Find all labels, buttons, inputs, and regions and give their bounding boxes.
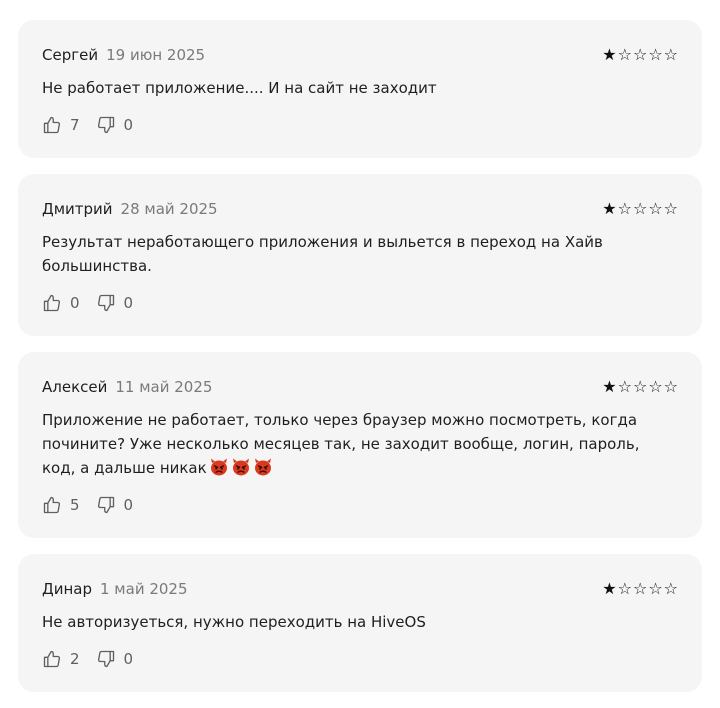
thumb-up-icon: [42, 115, 62, 135]
review-header: Алексей 11 май 2025 ★ ☆ ☆ ☆ ☆: [42, 376, 678, 398]
star-outline-icon: ☆: [632, 45, 648, 64]
angry-devil-icon: [231, 458, 251, 476]
star-outline-icon: ☆: [617, 377, 632, 396]
star-outline-icon: ☆: [617, 45, 632, 64]
like-count: 2: [70, 650, 80, 668]
star-outline-icon: ☆: [663, 199, 678, 218]
star-outline-icon: ☆: [663, 45, 678, 64]
review-reactions: 5 0: [42, 494, 678, 516]
dislike-button[interactable]: 0: [96, 293, 134, 313]
review-meta: Дмитрий 28 май 2025: [42, 200, 218, 218]
star-filled-icon: ★: [602, 45, 617, 64]
review-card: Динар 1 май 2025 ★ ☆ ☆ ☆ ☆ Не авторизуеться,…: [18, 554, 702, 692]
review-header: Дмитрий 28 май 2025 ★ ☆ ☆ ☆ ☆: [42, 198, 678, 220]
thumb-down-icon: [96, 115, 116, 135]
review-header: Динар 1 май 2025 ★ ☆ ☆ ☆ ☆: [42, 578, 678, 600]
thumb-up-icon: [42, 293, 62, 313]
rating-stars: ★ ☆ ☆ ☆ ☆: [602, 47, 678, 63]
review-author: Динар: [42, 580, 92, 598]
like-count: 5: [70, 496, 80, 514]
thumb-up-icon: [42, 649, 62, 669]
review-text: Приложение не работает, только через бра…: [42, 411, 640, 477]
review-header: Сергей 19 июн 2025 ★ ☆ ☆ ☆ ☆: [42, 44, 678, 66]
dislike-count: 0: [123, 116, 134, 134]
angry-devil-icon: [253, 458, 273, 476]
review-meta: Сергей 19 июн 2025: [42, 46, 205, 64]
star-outline-icon: ☆: [663, 377, 678, 396]
star-filled-icon: ★: [602, 377, 617, 396]
review-author: Сергей: [42, 46, 99, 64]
dislike-count: 0: [123, 294, 134, 312]
review-card: Сергей 19 июн 2025 ★ ☆ ☆ ☆ ☆ Не работает при…: [18, 20, 702, 158]
dislike-button[interactable]: 0: [96, 649, 134, 669]
star-filled-icon: ★: [602, 579, 617, 598]
review-text: Не работает приложение.... И на сайт не …: [42, 79, 437, 97]
like-count: 0: [70, 294, 80, 312]
review-date: 1 май 2025: [100, 580, 188, 598]
star-outline-icon: ☆: [648, 199, 663, 218]
star-outline-icon: ☆: [648, 45, 663, 64]
star-outline-icon: ☆: [617, 579, 632, 598]
star-outline-icon: ☆: [632, 377, 648, 396]
angry-devil-icon: [209, 458, 229, 476]
review-meta: Динар 1 май 2025: [42, 580, 188, 598]
thumb-down-icon: [96, 293, 116, 313]
like-button[interactable]: 2: [42, 649, 80, 669]
like-count: 7: [70, 116, 80, 134]
dislike-button[interactable]: 0: [96, 115, 134, 135]
review-text-container: Приложение не работает, только через бра…: [42, 408, 672, 480]
star-outline-icon: ☆: [617, 199, 632, 218]
star-outline-icon: ☆: [648, 377, 663, 396]
thumb-down-icon: [96, 649, 116, 669]
rating-stars: ★ ☆ ☆ ☆ ☆: [602, 379, 678, 395]
reviews-list: Сергей 19 июн 2025 ★ ☆ ☆ ☆ ☆ Не работает при…: [18, 20, 702, 708]
dislike-count: 0: [123, 496, 134, 514]
thumb-down-icon: [96, 495, 116, 515]
star-outline-icon: ☆: [648, 579, 663, 598]
review-text: Не авторизуеться, нужно переходить на Hi…: [42, 613, 426, 631]
rating-stars: ★ ☆ ☆ ☆ ☆: [602, 581, 678, 597]
review-card: Алексей 11 май 2025 ★ ☆ ☆ ☆ ☆ Приложение не …: [18, 352, 702, 538]
like-button[interactable]: 7: [42, 115, 80, 135]
review-date: 19 июн 2025: [106, 46, 206, 64]
review-card: Дмитрий 28 май 2025 ★ ☆ ☆ ☆ ☆ Результат нера…: [18, 174, 702, 336]
review-reactions: 0 0: [42, 292, 678, 314]
dislike-count: 0: [123, 650, 134, 668]
review-text: Результат неработающего приложения и выл…: [42, 233, 603, 275]
star-outline-icon: ☆: [663, 579, 678, 598]
star-outline-icon: ☆: [632, 579, 648, 598]
like-button[interactable]: 0: [42, 293, 80, 313]
review-reactions: 7 0: [42, 114, 678, 136]
star-filled-icon: ★: [602, 199, 617, 218]
like-button[interactable]: 5: [42, 495, 80, 515]
review-date: 28 май 2025: [120, 200, 218, 218]
rating-stars: ★ ☆ ☆ ☆ ☆: [602, 201, 678, 217]
review-date: 11 май 2025: [115, 378, 213, 396]
star-outline-icon: ☆: [632, 199, 648, 218]
review-meta: Алексей 11 май 2025: [42, 378, 212, 396]
review-reactions: 2 0: [42, 648, 678, 670]
thumb-up-icon: [42, 495, 62, 515]
review-author: Дмитрий: [42, 200, 113, 218]
dislike-button[interactable]: 0: [96, 495, 134, 515]
emoji-row: [209, 458, 273, 476]
review-author: Алексей: [42, 378, 108, 396]
top-cut-off-fragment: [528, 0, 568, 3]
